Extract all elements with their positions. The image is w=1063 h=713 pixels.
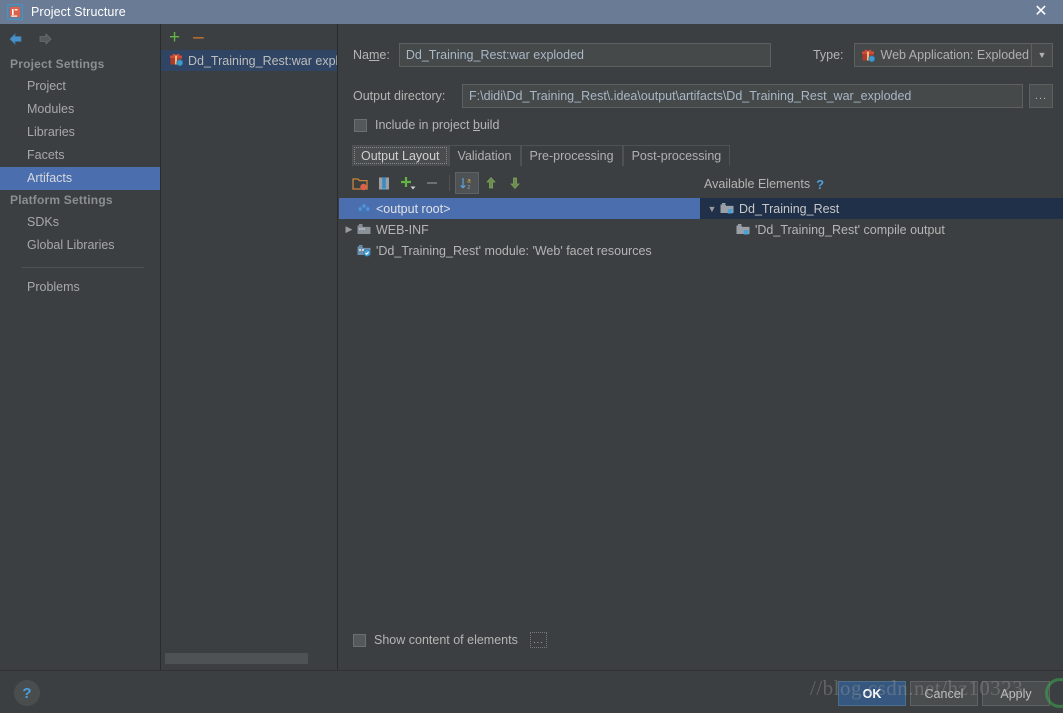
tab-validation[interactable]: Validation [448,145,521,166]
dialog-footer: ? OK Cancel Apply [0,670,1063,713]
list-item[interactable]: Dd_Training_Rest:war exploded [161,50,337,71]
layout-trees: <output root> ▶ WEB-INF 'Dd_Training_Res… [339,198,1063,261]
compile-output-icon [736,223,750,236]
tree-row-label: 'Dd_Training_Rest' module: 'Web' facet r… [376,243,652,258]
tree-row[interactable]: ▼ Dd_Training_Rest [700,198,1063,219]
output-directory-input[interactable] [462,84,1023,108]
browse-output-directory-button[interactable]: ... [1029,84,1053,108]
detail-tabs: Output Layout Validation Pre-processing … [352,145,731,166]
arrow-right-icon [36,31,54,47]
tab-pre-processing[interactable]: Pre-processing [520,145,623,166]
war-artifact-icon [169,52,184,69]
output-layout-tree: <output root> ▶ WEB-INF 'Dd_Training_Res… [339,198,700,261]
sidebar-item-facets[interactable]: Facets [0,144,160,167]
tree-row-label: 'Dd_Training_Rest' compile output [755,222,945,237]
name-label: Name: [353,48,390,62]
tab-output-layout[interactable]: Output Layout [352,145,449,166]
intellij-idea-icon [6,3,24,21]
include-in-build-checkbox[interactable] [354,118,367,132]
tree-row[interactable]: <output root> [339,198,700,219]
move-up-icon[interactable] [479,172,503,194]
plus-icon[interactable]: + [169,28,180,47]
sidebar-item-modules[interactable]: Modules [0,98,160,121]
artifacts-toolbar: + – [161,24,337,50]
sidebar-section-label: Project Settings [10,57,105,71]
tree-row-label: <output root> [376,201,451,216]
show-content-label: Show content of elements [374,633,518,647]
artifacts-list: Dd_Training_Rest:war exploded [161,50,337,71]
sort-alphabetically-icon[interactable]: a z [455,172,479,194]
sidebar-item-libraries[interactable]: Libraries [0,121,160,144]
cancel-button[interactable]: Cancel [910,681,978,706]
add-copy-icon[interactable] [396,172,420,194]
tree-row[interactable]: 'Dd_Training_Rest' module: 'Web' facet r… [339,240,700,261]
ok-button[interactable]: OK [838,681,906,706]
artifacts-list-panel: + – Dd_Training_Rest:war exploded [160,24,338,670]
window-title-bar: Project Structure ✕ [0,0,1063,24]
move-down-icon[interactable] [503,172,527,194]
navigation-arrows [0,24,160,54]
output-directory-row: Output directory: ... [353,84,1053,108]
svg-text:z: z [467,184,470,191]
name-row: Name: Type: Web Application: Exploded [353,43,1053,67]
artifact-detail-pane: Name: Type: Web Application: Exploded [339,24,1063,670]
include-in-build-row[interactable]: Include in project build [354,118,499,132]
available-elements-label: Available Elements [704,177,811,191]
tree-twisty[interactable]: ▼ [704,204,720,214]
create-directory-icon[interactable] [348,172,372,194]
help-question-icon[interactable]: ? [14,680,40,706]
tab-post-processing[interactable]: Post-processing [622,145,731,166]
tree-row[interactable]: 'Dd_Training_Rest' compile output [700,219,1063,240]
folder-icon [357,223,371,236]
chevron-down-icon[interactable]: ▼ [1031,44,1052,66]
sidebar-section-project-settings: Project Settings Project Modules Librari… [0,54,160,190]
module-icon [720,202,734,215]
remove-icon [420,172,444,194]
sidebar-item-project[interactable]: Project [0,75,160,98]
help-question-icon[interactable]: ? [816,177,824,192]
tree-row-label: Dd_Training_Rest [739,201,840,216]
show-content-checkbox[interactable] [353,633,366,647]
sidebar-item-artifacts[interactable]: Artifacts [0,167,160,190]
tree-row[interactable]: ▶ WEB-INF [339,219,700,240]
tree-twisty[interactable]: ▶ [341,224,357,235]
show-content-row[interactable]: Show content of elements ... [353,632,547,648]
sidebar-section-label: Platform Settings [10,193,113,207]
type-value: Web Application: Exploded [880,48,1029,62]
tree-row-label: WEB-INF [376,222,429,237]
project-structure-dialog: Project Structure ✕ Project Settings Pro… [0,0,1063,713]
window-title: Project Structure [31,5,126,19]
apply-button[interactable]: Apply [982,681,1050,706]
sidebar-divider [22,267,144,268]
sidebar-item-sdks[interactable]: SDKs [0,211,160,234]
sidebar-section-platform-settings: Platform Settings SDKs Global Libraries [0,190,160,257]
available-elements-header: Available Elements ? [700,174,1063,194]
available-elements-tree: ▼ Dd_Training_Rest 'Dd_Training_Rest' co… [700,198,1063,261]
settings-sidebar: Project Settings Project Modules Librari… [0,24,160,670]
arrow-left-icon[interactable] [7,31,25,47]
sidebar-item-global-libraries[interactable]: Global Libraries [0,234,160,257]
toolbar-divider [449,175,450,191]
close-icon[interactable]: ✕ [1019,0,1063,24]
output-directory-label: Output directory: [353,89,446,103]
horizontal-scrollbar[interactable] [163,653,337,664]
name-input[interactable] [398,43,771,67]
scrollbar-thumb[interactable] [165,653,308,664]
include-in-build-label: Include in project build [375,118,500,132]
minus-icon[interactable]: – [193,28,204,47]
type-combobox[interactable]: Web Application: Exploded ▼ [853,43,1053,67]
artifact-name: Dd_Training_Rest:war exploded [188,53,337,68]
web-artifact-icon [861,48,875,62]
output-root-icon [357,202,371,216]
facet-resources-icon [357,244,371,257]
create-archive-icon[interactable] [372,172,396,194]
type-label: Type: [812,48,844,62]
sidebar-item-problems[interactable]: Problems [0,276,160,299]
show-content-options-button[interactable]: ... [529,632,547,648]
